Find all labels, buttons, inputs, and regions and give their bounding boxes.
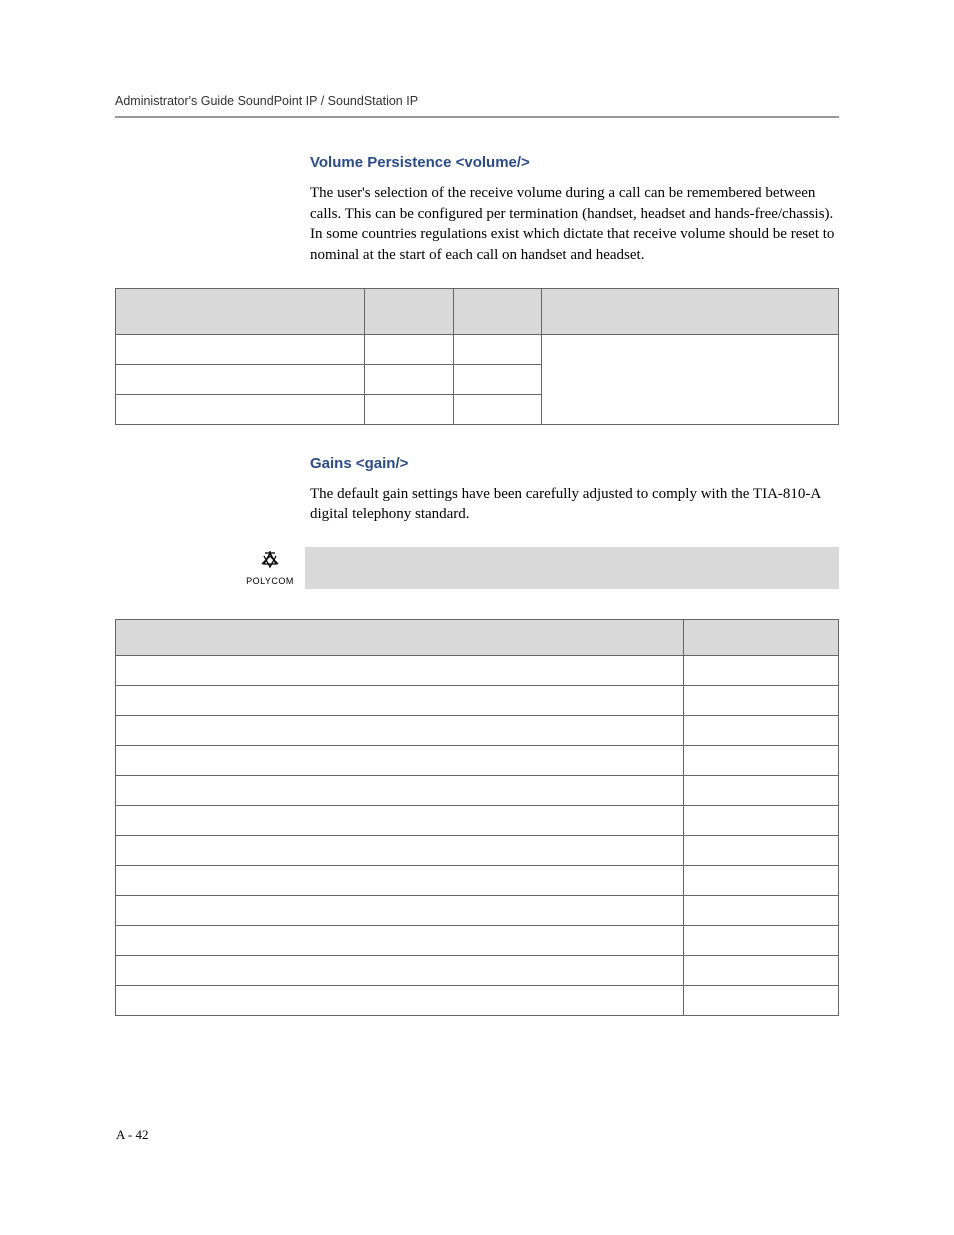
table-volume-persistence [115, 288, 839, 425]
table-row [116, 656, 839, 686]
section-body-gains: The default gain settings have been care… [310, 484, 839, 525]
section-heading-gains: Gains <gain/> [310, 455, 839, 472]
table-row [116, 896, 839, 926]
table-row [116, 986, 839, 1016]
table-row [116, 806, 839, 836]
table-row [116, 334, 839, 364]
table-row [116, 956, 839, 986]
section-body-volume: The user's selection of the receive volu… [310, 183, 839, 266]
table-row [116, 926, 839, 956]
table-row [116, 686, 839, 716]
table-row [116, 866, 839, 896]
polycom-logo-text: POLYCOM [235, 576, 305, 586]
table-row [116, 776, 839, 806]
note-block: POLYCOM [235, 547, 839, 589]
page-number: A - 42 [116, 1127, 149, 1143]
table-gains [115, 619, 839, 1016]
table-row [116, 716, 839, 746]
note-box [305, 547, 839, 589]
section-heading-volume: Volume Persistence <volume/> [310, 154, 839, 171]
table-header-row [116, 620, 839, 656]
table-row [116, 746, 839, 776]
table-row [116, 836, 839, 866]
table-header-row [116, 288, 839, 334]
polycom-logo: POLYCOM [235, 550, 305, 586]
running-header: Administrator's Guide SoundPoint IP / So… [115, 94, 839, 118]
